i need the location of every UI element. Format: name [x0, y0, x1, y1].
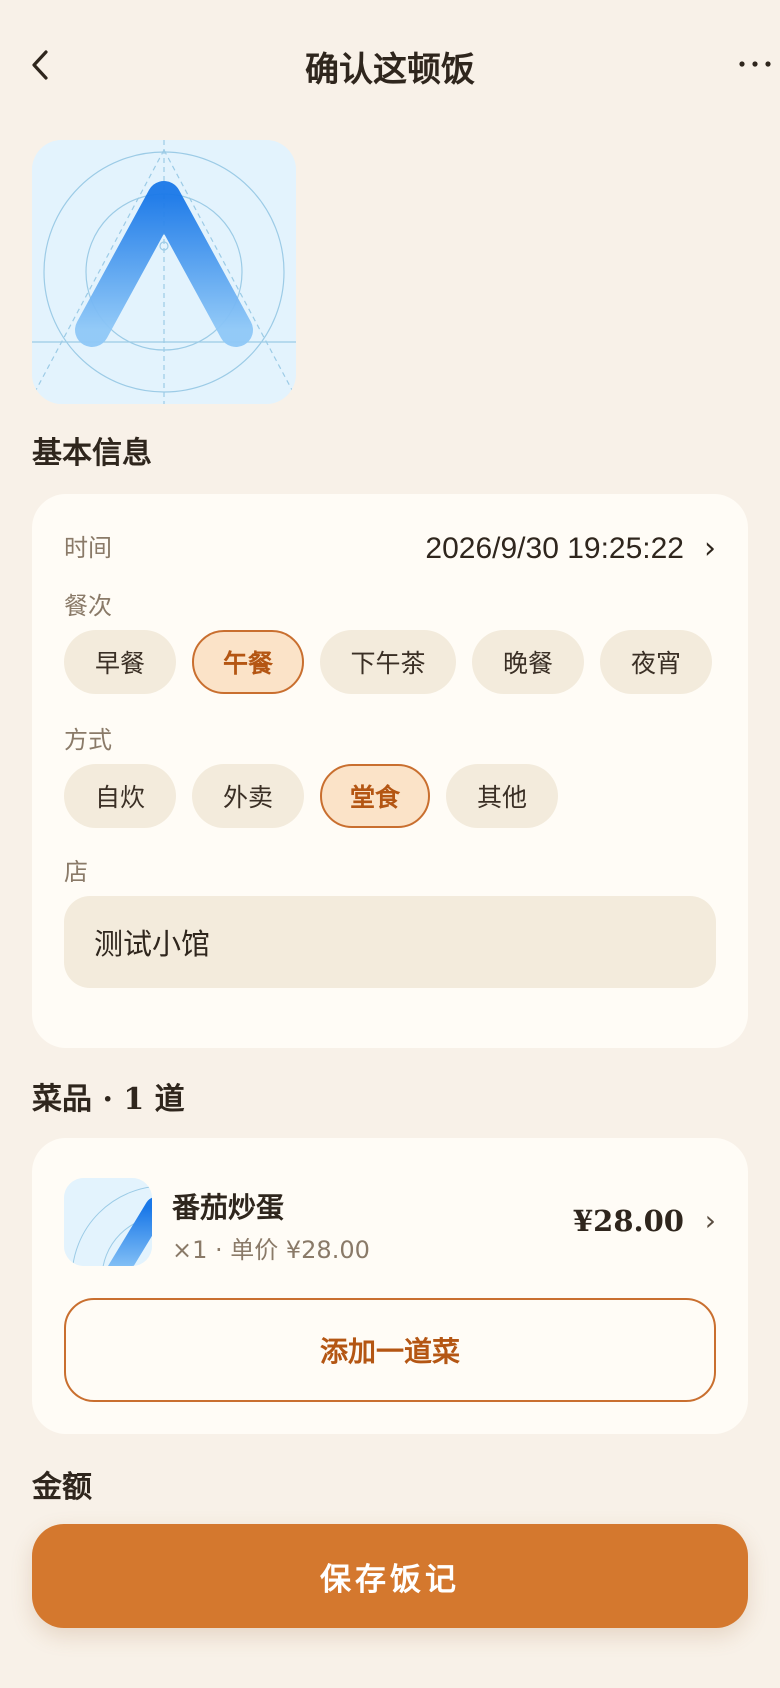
chevron-right-icon: › — [704, 531, 716, 566]
app-logo-placeholder-icon — [32, 140, 296, 404]
dish-total-price: ¥28.00 — [573, 1204, 684, 1238]
page-title: 确认这顿饭 — [305, 50, 475, 90]
meal-chip-dinner[interactable]: 晚餐 — [472, 630, 584, 694]
meal-chip-late-night[interactable]: 夜宵 — [600, 630, 712, 694]
mode-label: 方式 — [64, 726, 112, 754]
meal-chips: 早餐 午餐 下午茶 晚餐 夜宵 — [64, 630, 712, 694]
basic-info-title: 基本信息 — [32, 436, 152, 471]
dishes-card: 番茄炒蛋 ×1 · 单价 ¥28.00 ¥28.00 › 添加一道菜 — [32, 1138, 748, 1434]
chevron-right-icon: › — [704, 1204, 716, 1237]
dish-row[interactable]: 番茄炒蛋 ×1 · 单价 ¥28.00 ¥28.00 › — [64, 1178, 716, 1266]
store-label: 店 — [64, 858, 88, 886]
more-button[interactable] — [732, 44, 778, 84]
mode-chip-other[interactable]: 其他 — [446, 764, 558, 828]
dishes-title: 菜品 · 1 道 — [32, 1082, 185, 1117]
store-input[interactable] — [64, 896, 716, 988]
mode-chip-delivery[interactable]: 外卖 — [192, 764, 304, 828]
meal-label: 餐次 — [64, 592, 112, 620]
dish-image-placeholder-icon — [64, 1178, 152, 1266]
mode-chip-dine-in[interactable]: 堂食 — [320, 764, 430, 828]
time-label: 时间 — [64, 534, 112, 562]
basic-info-card: 时间 2026/9/30 19:25:22 › 餐次 早餐 午餐 下午茶 晚餐 … — [32, 494, 748, 1048]
dish-name: 番茄炒蛋 — [172, 1191, 285, 1224]
top-bar: 确认这顿饭 — [0, 0, 780, 130]
meal-chip-afternoon-tea[interactable]: 下午茶 — [320, 630, 456, 694]
mode-chip-self-cook[interactable]: 自炊 — [64, 764, 176, 828]
save-meal-button[interactable]: 保存饭记 — [32, 1524, 748, 1628]
time-value: 2026/9/30 19:25:22 — [425, 532, 684, 565]
time-selector[interactable]: 2026/9/30 19:25:22 › — [425, 532, 716, 566]
meal-chip-breakfast[interactable]: 早餐 — [64, 630, 176, 694]
more-horizontal-icon — [739, 61, 771, 67]
dish-thumbnail — [64, 1178, 152, 1266]
meal-chip-lunch[interactable]: 午餐 — [192, 630, 304, 694]
mode-chips: 自炊 外卖 堂食 其他 — [64, 764, 558, 828]
amount-title: 金额 — [32, 1470, 92, 1505]
meal-photo[interactable] — [32, 140, 296, 404]
add-dish-button[interactable]: 添加一道菜 — [64, 1298, 716, 1402]
dish-quantity-price: ×1 · 单价 ¥28.00 — [172, 1236, 370, 1264]
